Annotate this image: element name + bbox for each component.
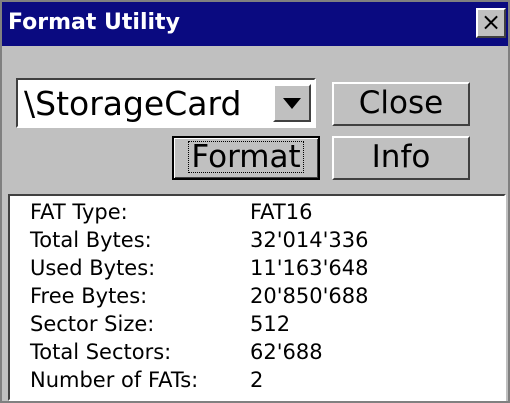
info-label: Total Sectors:: [30, 340, 172, 364]
volume-info-panel: FAT Type: FAT16 Total Bytes: 32'014'336 …: [8, 194, 506, 401]
info-row-fat-type: FAT Type: FAT16: [10, 200, 500, 227]
info-value: 32'014'336: [250, 228, 369, 252]
info-label: Sector Size:: [30, 312, 155, 336]
info-label: FAT Type:: [30, 200, 128, 224]
info-value: 2: [250, 368, 264, 392]
info-label: Number of FATs:: [30, 368, 199, 392]
info-value: 20'850'688: [250, 284, 369, 308]
info-row-sector-size: Sector Size: 512: [10, 312, 500, 339]
volume-select[interactable]: \StorageCard: [16, 78, 316, 128]
format-button[interactable]: Format: [172, 136, 320, 180]
info-row-total-sectors: Total Sectors: 62'688: [10, 340, 500, 367]
info-button[interactable]: Info: [332, 136, 470, 180]
format-utility-window: Format Utility × \StorageCard Close Form…: [0, 0, 510, 403]
info-value: 512: [250, 312, 291, 336]
info-value: 11'163'648: [250, 256, 369, 280]
info-label: Total Bytes:: [30, 228, 152, 252]
info-label: Used Bytes:: [30, 256, 156, 280]
info-label: Free Bytes:: [30, 284, 148, 308]
dropdown-arrow-button[interactable]: [273, 84, 311, 122]
info-row-total-bytes: Total Bytes: 32'014'336: [10, 228, 500, 255]
close-button[interactable]: Close: [332, 82, 470, 126]
info-row-free-bytes: Free Bytes: 20'850'688: [10, 284, 500, 311]
volume-select-value: \StorageCard: [24, 84, 242, 123]
close-icon[interactable]: ×: [476, 8, 506, 38]
info-value: FAT16: [250, 200, 313, 224]
format-button-label: Format: [188, 141, 304, 173]
window-title: Format Utility: [8, 10, 180, 35]
info-value: 62'688: [250, 340, 323, 364]
title-bar: Format Utility ×: [2, 2, 508, 46]
info-row-used-bytes: Used Bytes: 11'163'648: [10, 256, 500, 283]
info-row-number-of-fats: Number of FATs: 2: [10, 368, 500, 395]
chevron-down-icon: [283, 98, 301, 109]
